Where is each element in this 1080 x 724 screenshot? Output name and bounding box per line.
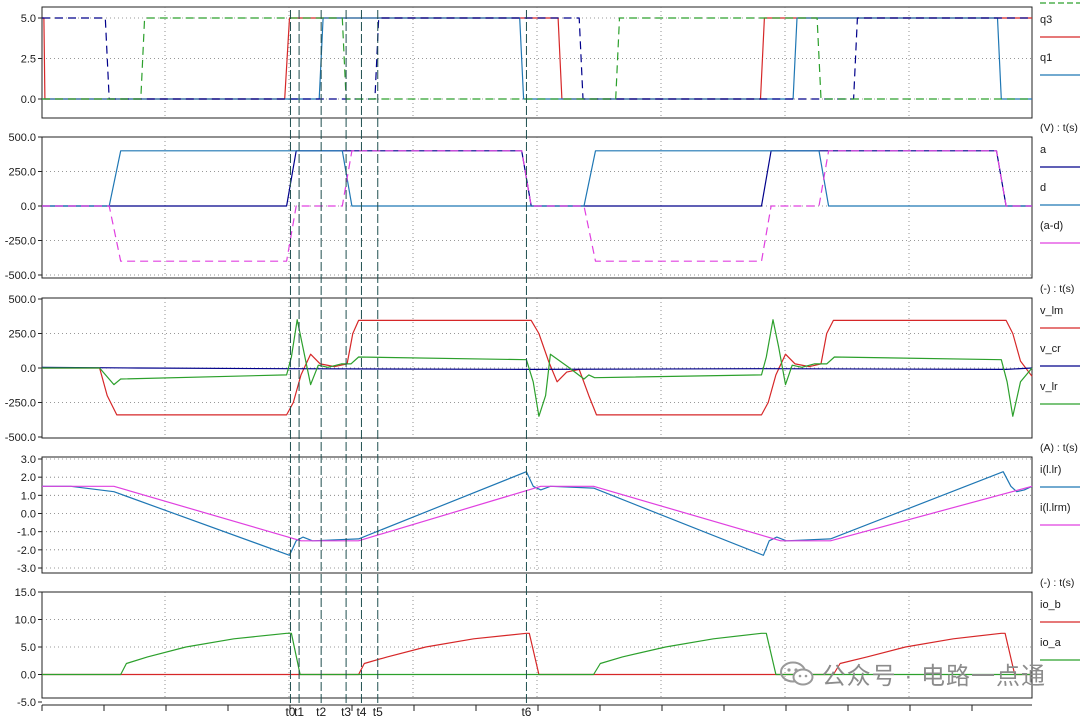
panel-frame bbox=[41, 456, 1033, 574]
legend-label: i(l.lrm) bbox=[1040, 502, 1071, 514]
axis-unit-label: (-) : t(s) bbox=[1040, 577, 1074, 589]
y-tick-label: -500.0 bbox=[5, 432, 36, 444]
y-tick-label: -2.0 bbox=[17, 545, 36, 557]
y-tick-label: 10.0 bbox=[15, 615, 36, 627]
y-tick-label: 5.0 bbox=[21, 642, 36, 654]
y-tick-label: 3.0 bbox=[21, 454, 36, 466]
y-tick-label: -250.0 bbox=[5, 398, 36, 410]
legend-label: v_cr bbox=[1040, 343, 1061, 355]
y-tick-label: 1.0 bbox=[21, 490, 36, 502]
y-tick-label: -250.0 bbox=[5, 236, 36, 248]
y-tick-label: 15.0 bbox=[15, 587, 36, 599]
y-tick-label: 250.0 bbox=[8, 329, 36, 341]
y-tick-label: 2.0 bbox=[21, 472, 36, 484]
wechat-icon bbox=[779, 661, 814, 685]
legend-label: v_lr bbox=[1040, 381, 1058, 393]
legend-label: io_b bbox=[1040, 599, 1061, 611]
time-marker-label: t1 bbox=[294, 705, 304, 719]
time-marker-label: t3 bbox=[341, 705, 351, 719]
axis-unit-label: (-) : t(s) bbox=[1040, 283, 1074, 295]
y-tick-label: -3.0 bbox=[17, 563, 36, 575]
panel-2: 500.0 250.0 0.0 -250.0 -500.0 (V) : t(s) a d (a-… bbox=[5, 122, 1080, 282]
legend-label: (a-d) bbox=[1040, 220, 1063, 232]
axis-unit-label: (V) : t(s) bbox=[1040, 122, 1078, 134]
legend-label: q3 bbox=[1040, 14, 1052, 26]
time-marker-label: t2 bbox=[316, 705, 326, 719]
y-tick-label: 2.5 bbox=[21, 54, 36, 66]
x-axis bbox=[41, 704, 1032, 711]
legend-label: io_a bbox=[1040, 637, 1062, 649]
y-tick-label: -5.0 bbox=[17, 697, 36, 709]
y-tick-label: -500.0 bbox=[5, 270, 36, 282]
y-tick-label: 5.0 bbox=[21, 13, 36, 25]
time-marker-label: t4 bbox=[356, 705, 366, 719]
watermark: 公众号 · 电路一点通 bbox=[779, 656, 1046, 691]
y-tick-label: -1.0 bbox=[17, 527, 36, 539]
watermark-text: 公众号 · 电路一点通 bbox=[821, 663, 1046, 690]
waveform-plot: 5.0 2.5 0.0 q3 q1 500.0 250.0 0.0 -250.0 -500.0 (V… bbox=[5, 2, 1080, 719]
legend-label: a bbox=[1040, 144, 1047, 156]
panel-3: 500.0 250.0 0.0 -250.0 -500.0 (-) : t(s) v_lmv… bbox=[5, 283, 1080, 444]
y-tick-label: 0.0 bbox=[21, 363, 36, 375]
y-tick-label: 500.0 bbox=[8, 294, 36, 306]
axis-unit-label: (A) : t(s) bbox=[1040, 442, 1078, 454]
y-tick-label: 0.0 bbox=[21, 509, 36, 521]
y-tick-label: 0.0 bbox=[21, 201, 36, 213]
legend-label: i(l.lr) bbox=[1040, 464, 1061, 476]
panel-frame bbox=[41, 136, 1033, 279]
time-marker-label: t5 bbox=[373, 705, 383, 719]
panel-1: 5.0 2.5 0.0 q3 q1 bbox=[21, 2, 1080, 119]
legend-label: q1 bbox=[1040, 52, 1052, 64]
legend-label: d bbox=[1040, 182, 1046, 194]
panel-4: 3.0 2.0 1.0 0.0 -1.0 -2.0 -3.0 (A) : t(s) i(l.lr… bbox=[17, 442, 1080, 575]
y-tick-label: 0.0 bbox=[21, 670, 36, 682]
y-tick-label: 500.0 bbox=[8, 132, 36, 144]
y-tick-label: 0.0 bbox=[21, 94, 36, 106]
time-marker-label: t6 bbox=[521, 705, 531, 719]
chart-figure: 5.0 2.5 0.0 q3 q1 500.0 250.0 0.0 -250.0 -500.0 (V… bbox=[0, 0, 1080, 719]
y-tick-label: 250.0 bbox=[8, 167, 36, 179]
legend-label: v_lm bbox=[1040, 305, 1063, 317]
